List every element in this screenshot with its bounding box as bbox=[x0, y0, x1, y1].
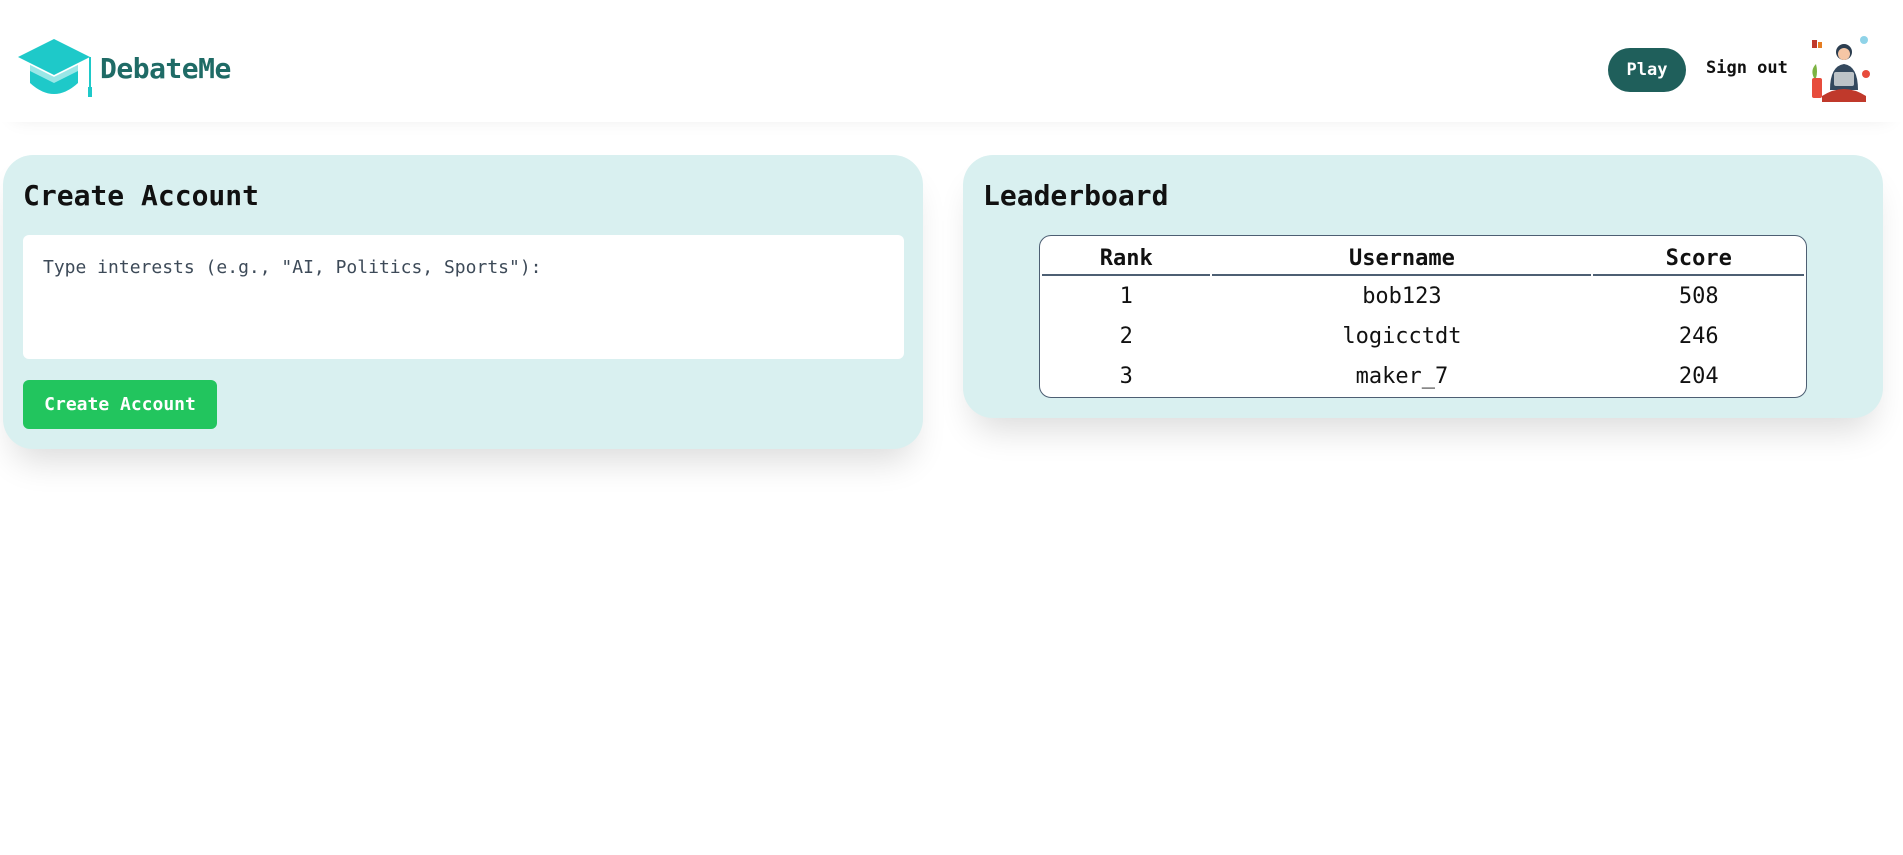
play-button[interactable]: Play bbox=[1608, 48, 1686, 92]
username-cell: bob123 bbox=[1362, 283, 1442, 309]
username-cell: logicctdt bbox=[1342, 323, 1462, 349]
brand-name: DebateMe bbox=[100, 51, 231, 85]
username-cell: maker_7 bbox=[1355, 363, 1449, 389]
avatar[interactable] bbox=[1808, 34, 1874, 104]
column-header-score: Score bbox=[1593, 236, 1804, 276]
interests-input[interactable] bbox=[23, 235, 904, 359]
brand[interactable]: DebateMe bbox=[16, 35, 231, 101]
score-cell: 508 bbox=[1678, 283, 1719, 309]
table-row: 3 maker_7 204 bbox=[1042, 356, 1804, 396]
rank-cell: 1 bbox=[1119, 283, 1133, 309]
table-header-row: Rank Username Score bbox=[1042, 236, 1804, 276]
leaderboard-table-container: Rank Username Score 1 bob123 508 2 logic… bbox=[1039, 235, 1807, 398]
leaderboard-title: Leaderboard bbox=[983, 179, 1169, 212]
sign-out-link[interactable]: Sign out bbox=[1706, 58, 1788, 78]
top-navbar: DebateMe Play Sign out bbox=[0, 0, 1903, 122]
score-cell: 204 bbox=[1678, 363, 1719, 389]
create-account-title: Create Account bbox=[23, 179, 260, 212]
table-row: 2 logicctdt 246 bbox=[1042, 316, 1804, 356]
column-header-rank: Rank bbox=[1042, 236, 1211, 276]
rank-cell: 2 bbox=[1119, 323, 1133, 349]
create-account-button[interactable]: Create Account bbox=[23, 380, 217, 429]
graduation-cap-icon bbox=[18, 39, 92, 97]
column-header-username: Username bbox=[1212, 236, 1592, 276]
leaderboard-card: Leaderboard Rank Username Score 1 bob123… bbox=[963, 155, 1883, 418]
rank-cell: 3 bbox=[1119, 363, 1133, 389]
score-cell: 246 bbox=[1678, 323, 1719, 349]
leaderboard-table: Rank Username Score 1 bob123 508 2 logic… bbox=[1040, 236, 1806, 396]
table-row: 1 bob123 508 bbox=[1042, 276, 1804, 316]
create-account-card: Create Account Create Account bbox=[3, 155, 923, 449]
